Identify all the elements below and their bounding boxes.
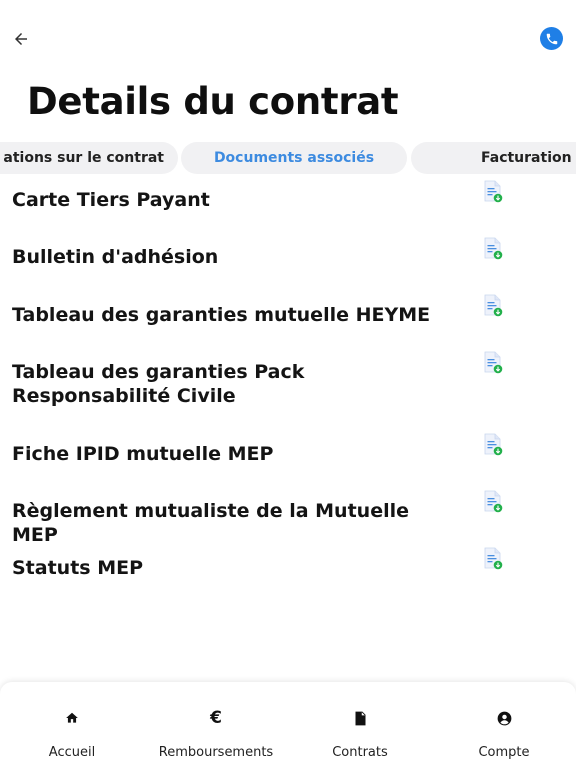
document-download-icon[interactable]: [482, 433, 504, 457]
nav-label: Contrats: [332, 745, 388, 760]
document-icon: [288, 708, 432, 728]
tab-billing[interactable]: Facturation: [411, 142, 576, 174]
document-title: Bulletin d'adhésion: [12, 246, 219, 268]
document-download-icon[interactable]: [482, 237, 504, 261]
phone-icon: [546, 33, 557, 44]
contract-details-screen: Details du contrat ations sur le contrat…: [0, 0, 576, 768]
tab-contract-info[interactable]: ations sur le contrat: [0, 142, 178, 174]
account-circle-icon: [432, 708, 576, 728]
call-button[interactable]: [540, 27, 563, 50]
nav-home[interactable]: Accueil: [0, 682, 144, 768]
nav-contracts[interactable]: Contrats: [288, 682, 432, 768]
nav-label: Accueil: [48, 745, 96, 760]
document-item[interactable]: Fiche IPID mutuelle MEP: [0, 430, 576, 487]
document-download-icon[interactable]: [482, 180, 504, 204]
tab-label: ations sur le contrat: [3, 150, 164, 166]
document-item[interactable]: Tableau des garanties Pack Responsabilit…: [0, 347, 576, 430]
tab-associated-documents[interactable]: Documents associés: [181, 142, 407, 174]
nav-account[interactable]: Compte: [432, 682, 576, 768]
document-download-icon[interactable]: [482, 490, 504, 514]
document-title: Carte Tiers Payant: [12, 189, 210, 211]
document-title: Tableau des garanties mutuelle HEYME: [12, 304, 431, 326]
document-item[interactable]: Règlement mutualiste de la Mutuelle MEP: [0, 487, 576, 546]
back-button[interactable]: [9, 27, 33, 51]
document-item[interactable]: Tableau des garanties mutuelle HEYME: [0, 290, 576, 347]
tab-label: Facturation: [481, 150, 572, 166]
document-item[interactable]: Bulletin d'adhésion: [0, 233, 576, 290]
tab-label: Documents associés: [213, 150, 375, 166]
page-title: Details du contrat: [27, 80, 399, 123]
document-download-icon[interactable]: [482, 351, 504, 375]
euro-icon: €: [210, 708, 222, 728]
document-title: Tableau des garanties Pack Responsabilit…: [12, 361, 305, 407]
document-item[interactable]: Carte Tiers Payant: [0, 176, 576, 233]
tab-bar: ations sur le contrat Documents associés…: [0, 142, 576, 174]
document-title: Règlement mutualiste de la Mutuelle MEP: [12, 500, 409, 546]
document-title: Statuts MEP: [12, 557, 144, 579]
arrow-left-icon: [15, 33, 27, 45]
nav-label: Remboursements: [158, 745, 274, 760]
nav-reimbursements[interactable]: € Remboursements: [144, 682, 288, 768]
nav-label: Compte: [478, 745, 530, 760]
document-download-icon[interactable]: [482, 294, 504, 318]
bottom-navigation: Accueil € Remboursements Contrats Compte: [0, 682, 576, 768]
document-item[interactable]: Statuts MEP: [0, 544, 576, 601]
home-icon: [0, 708, 144, 728]
document-download-icon[interactable]: [482, 547, 504, 571]
document-title: Fiche IPID mutuelle MEP: [12, 443, 274, 465]
